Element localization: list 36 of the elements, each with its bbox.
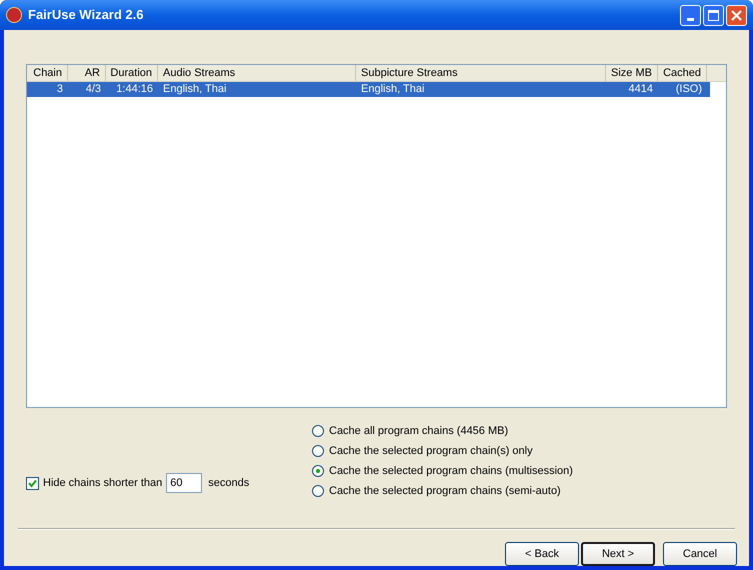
close-icon <box>731 10 742 20</box>
radio-button[interactable] <box>312 445 324 457</box>
column-header[interactable]: Cached <box>658 65 707 81</box>
wizard-button[interactable]: Cancel <box>663 542 737 566</box>
column-header[interactable]: Duration <box>106 65 158 81</box>
wizard-button[interactable]: < Back <box>505 542 579 566</box>
radio-label: Cache all program chains (4456 MB) <box>329 424 508 439</box>
checkbox[interactable] <box>26 476 39 490</box>
window-title: FairUse Wizard 2.6 <box>28 6 144 24</box>
checkbox-label: Hide chains shorter than <box>43 476 162 491</box>
close-button[interactable] <box>726 4 747 26</box>
app-icon <box>6 7 22 23</box>
column-header[interactable]: AR <box>68 65 106 81</box>
column-header[interactable]: Audio Streams <box>158 65 356 81</box>
table-cell-text: (ISO) <box>674 82 703 97</box>
table-cell-text: English, Thai <box>162 82 228 97</box>
table-row[interactable]: 3 4/3 1:44:16 English, Thai English, Thai 4414 (ISO) <box>27 82 710 97</box>
column-header[interactable]: Subpicture Streams <box>356 65 606 81</box>
table-cell-text: 3 <box>56 82 64 97</box>
seconds-field[interactable]: 60 <box>166 473 202 493</box>
table-cell-text: 1:44:16 <box>115 82 154 97</box>
table-cell-text: 4/3 <box>84 82 102 97</box>
radio-button[interactable] <box>312 465 324 477</box>
radio-label: Cache the selected program chains (multisession) <box>329 464 573 479</box>
column-header[interactable]: Chain <box>27 65 68 81</box>
wizard-button[interactable]: Next > <box>581 542 655 566</box>
radio-button[interactable] <box>312 425 324 437</box>
minimize-button[interactable] <box>680 4 701 26</box>
table-cell-text: English, Thai <box>360 82 426 97</box>
radio-label: Cache the selected program chain(s) only <box>329 444 533 459</box>
unit-label: seconds <box>208 476 250 491</box>
table-cell-text: 4414 <box>628 82 654 97</box>
column-header[interactable]: Size MB <box>606 65 658 81</box>
maximize-button[interactable] <box>703 4 724 26</box>
radio-label: Cache the selected program chains (semi-auto) <box>329 484 561 499</box>
radio-button[interactable] <box>312 485 324 497</box>
